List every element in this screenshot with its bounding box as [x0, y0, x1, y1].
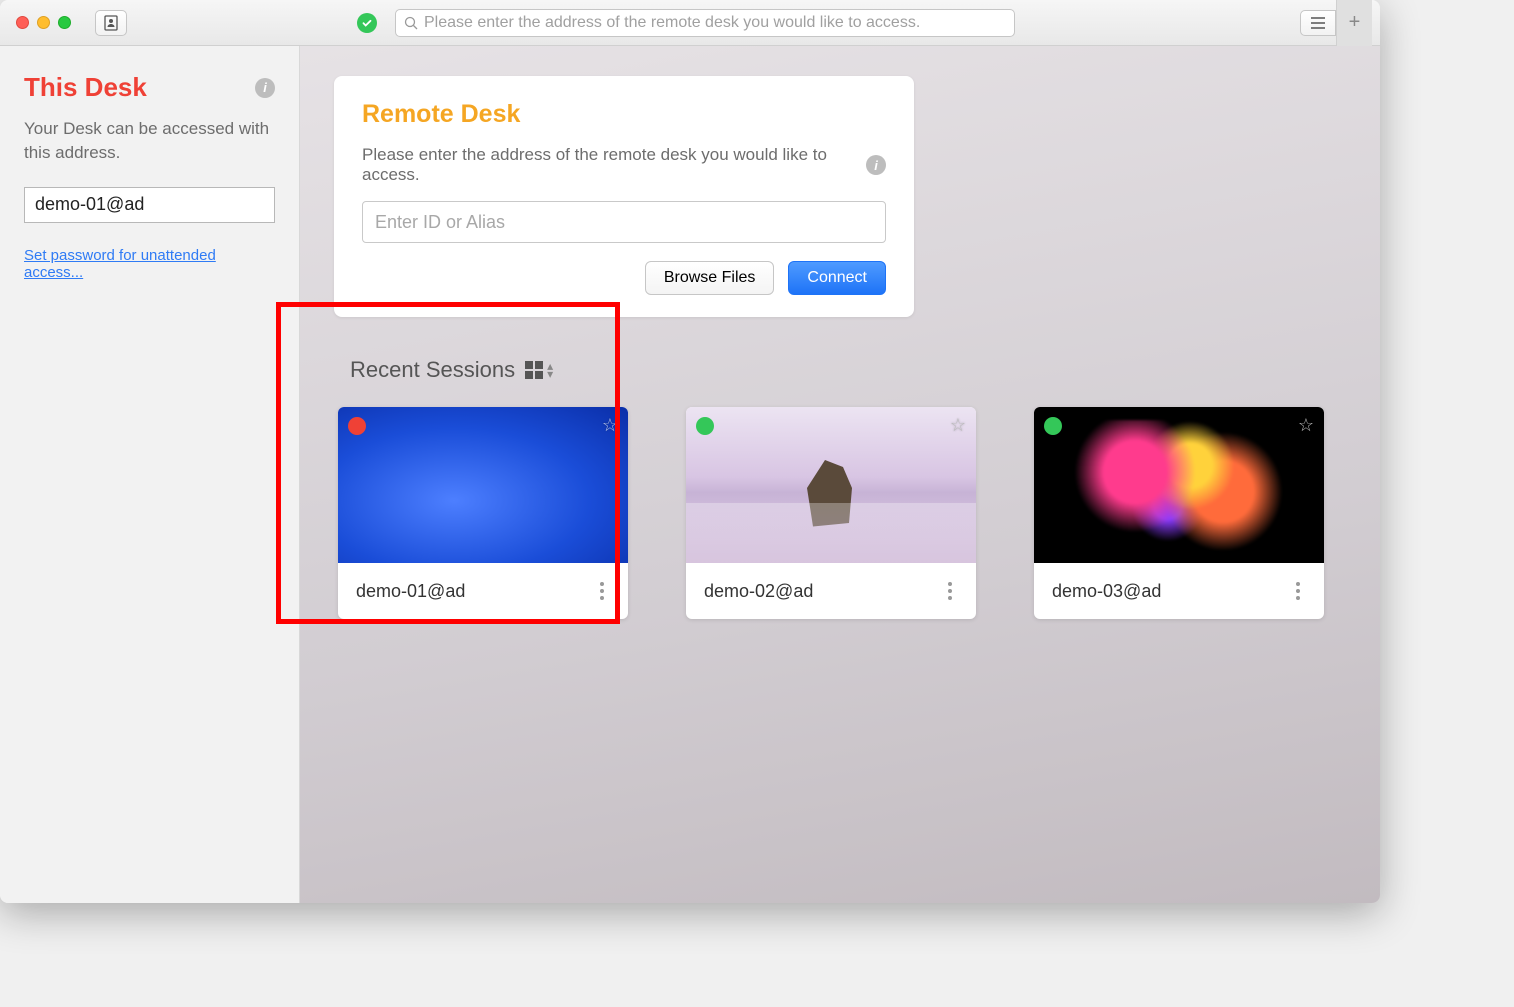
status-dot-online	[1044, 417, 1062, 435]
remote-desk-desc: Please enter the address of the remote d…	[362, 145, 854, 185]
chevron-updown-icon: ▴▾	[547, 362, 553, 378]
session-thumbnail: ☆	[686, 407, 976, 563]
session-thumbnail: ☆	[338, 407, 628, 563]
session-thumbnail: ☆	[1034, 407, 1324, 563]
recent-sessions-section: Recent Sessions ▴▾ ☆ demo-01@a	[330, 357, 1350, 619]
app-window: + This Desk i Your Desk can be accessed …	[0, 0, 1380, 903]
recent-sessions-title: Recent Sessions	[350, 357, 515, 383]
window-controls	[8, 16, 71, 29]
browse-files-button[interactable]: Browse Files	[645, 261, 775, 295]
status-dot-online	[696, 417, 714, 435]
view-mode-toggle[interactable]: ▴▾	[525, 361, 553, 379]
remote-address-input[interactable]	[362, 201, 886, 243]
status-dot-offline	[348, 417, 366, 435]
this-desk-title: This Desk	[24, 72, 147, 103]
minimize-window-button[interactable]	[37, 16, 50, 29]
sidebar: This Desk i Your Desk can be accessed wi…	[0, 46, 300, 903]
session-label: demo-02@ad	[704, 581, 813, 602]
fullscreen-window-button[interactable]	[58, 16, 71, 29]
favorite-star-icon[interactable]: ☆	[1298, 415, 1314, 436]
session-label: demo-01@ad	[356, 581, 465, 602]
plus-icon: +	[1349, 11, 1361, 34]
address-search-field[interactable]	[395, 9, 1015, 37]
set-password-link[interactable]: Set password for unattended access...	[24, 247, 275, 281]
this-desk-info-icon[interactable]: i	[255, 78, 275, 98]
content-area: This Desk i Your Desk can be accessed wi…	[0, 46, 1380, 903]
this-desk-desc: Your Desk can be accessed with this addr…	[24, 117, 275, 165]
session-label: demo-03@ad	[1052, 581, 1161, 602]
session-cards-row: ☆ demo-01@ad ☆	[330, 407, 1350, 619]
grid-view-icon	[525, 361, 543, 379]
favorite-star-icon[interactable]: ☆	[602, 415, 618, 436]
session-card[interactable]: ☆ demo-01@ad	[338, 407, 628, 619]
this-desk-address-input[interactable]	[24, 187, 275, 223]
titlebar: +	[0, 0, 1380, 46]
session-more-button[interactable]	[1290, 576, 1306, 606]
remote-desk-info-icon[interactable]: i	[866, 155, 886, 175]
search-icon	[404, 16, 418, 30]
remote-desk-card: Remote Desk Please enter the address of …	[334, 76, 914, 317]
new-tab-button[interactable]: +	[1336, 0, 1372, 46]
hamburger-icon	[1310, 17, 1326, 29]
session-card[interactable]: ☆ demo-02@ad	[686, 407, 976, 619]
favorite-star-icon[interactable]: ☆	[950, 415, 966, 436]
menu-button[interactable]	[1300, 10, 1336, 36]
address-book-button[interactable]	[95, 10, 127, 36]
address-book-icon	[103, 15, 119, 31]
session-card[interactable]: ☆ demo-03@ad	[1034, 407, 1324, 619]
remote-desk-title: Remote Desk	[362, 100, 886, 129]
session-more-button[interactable]	[594, 576, 610, 606]
close-window-button[interactable]	[16, 16, 29, 29]
connection-status-icon	[357, 13, 377, 33]
main-area: Remote Desk Please enter the address of …	[300, 46, 1380, 903]
connect-button[interactable]: Connect	[788, 261, 886, 295]
address-search-input[interactable]	[424, 14, 1006, 32]
session-more-button[interactable]	[942, 576, 958, 606]
